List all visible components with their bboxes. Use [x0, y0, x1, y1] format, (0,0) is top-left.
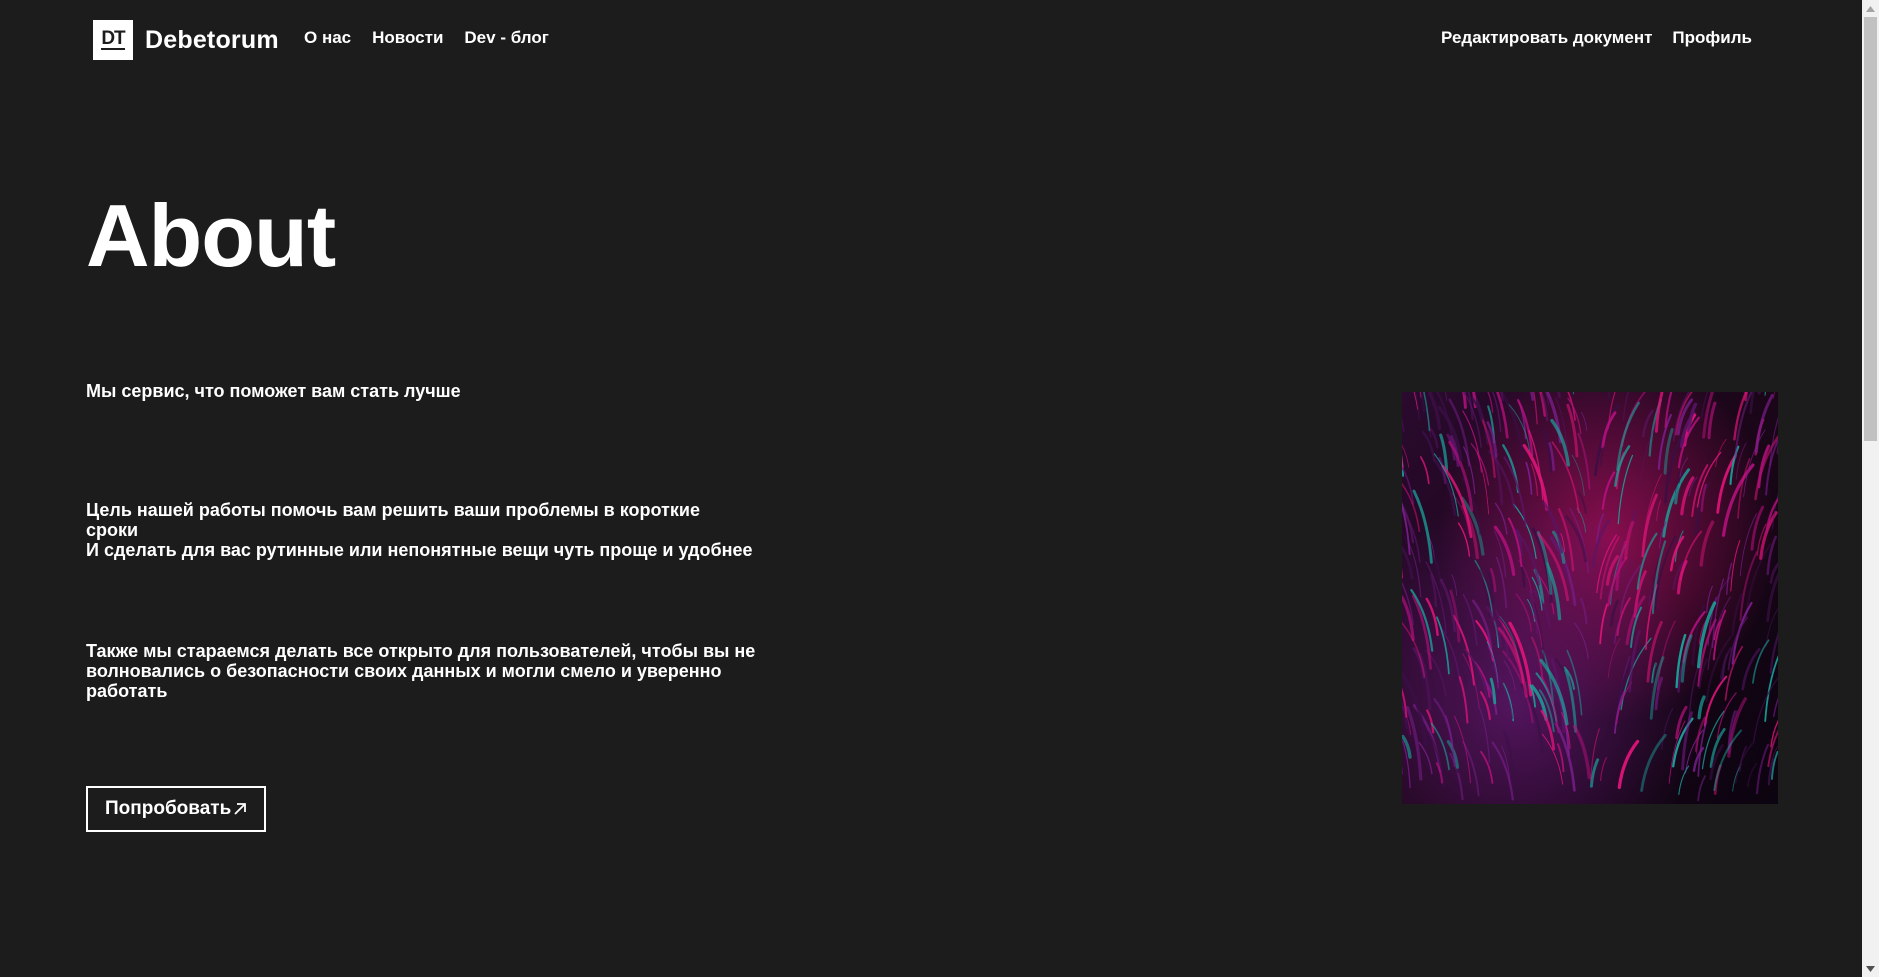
nav-link-about[interactable]: О нас: [304, 28, 351, 48]
arrow-up-right-icon: [234, 803, 247, 815]
vertical-scrollbar[interactable]: [1862, 0, 1879, 977]
logo-text: Debetorum: [145, 25, 279, 54]
logo-link[interactable]: DT Debetorum: [93, 20, 279, 60]
intro-text: Мы сервис, что поможет вам стать лучше: [86, 381, 756, 401]
page-title: About: [86, 186, 336, 285]
try-button-label: Попробовать: [105, 798, 232, 819]
nav-link-profile[interactable]: Профиль: [1672, 28, 1752, 48]
openness-text: Также мы стараемся делать все открыто дл…: [86, 641, 756, 701]
scrollbar-thumb[interactable]: [1864, 17, 1877, 441]
logo-mark-text: DT: [101, 27, 125, 49]
abstract-artwork-image: [1402, 392, 1778, 804]
logo-mark: DT: [93, 20, 133, 60]
scroll-down-arrow-icon[interactable]: [1862, 960, 1879, 977]
intro-text-line: Мы сервис, что поможет вам стать лучше: [86, 381, 461, 401]
goal-text-line-2: И сделать для вас рутинные или непонятны…: [86, 540, 753, 560]
openness-text-line: Также мы стараемся делать все открыто дл…: [86, 641, 756, 701]
page: DT Debetorum О нас Новости Dev - блог Ре…: [0, 0, 1879, 977]
goal-text: Цель нашей работы помочь вам решить ваши…: [86, 500, 756, 560]
site-header: DT Debetorum О нас Новости Dev - блог Ре…: [0, 0, 1860, 80]
nav-link-news[interactable]: Новости: [372, 28, 443, 48]
scroll-up-arrow-icon[interactable]: [1862, 0, 1879, 17]
nav-link-dev-blog[interactable]: Dev - блог: [464, 28, 548, 48]
user-nav: Редактировать документ Профиль: [1441, 28, 1752, 48]
goal-text-line-1: Цель нашей работы помочь вам решить ваши…: [86, 500, 700, 540]
artwork-svg: [1402, 392, 1778, 804]
nav-link-edit-document[interactable]: Редактировать документ: [1441, 28, 1652, 48]
try-button[interactable]: Попробовать: [86, 786, 267, 832]
main-nav: О нас Новости Dev - блог: [304, 28, 549, 48]
